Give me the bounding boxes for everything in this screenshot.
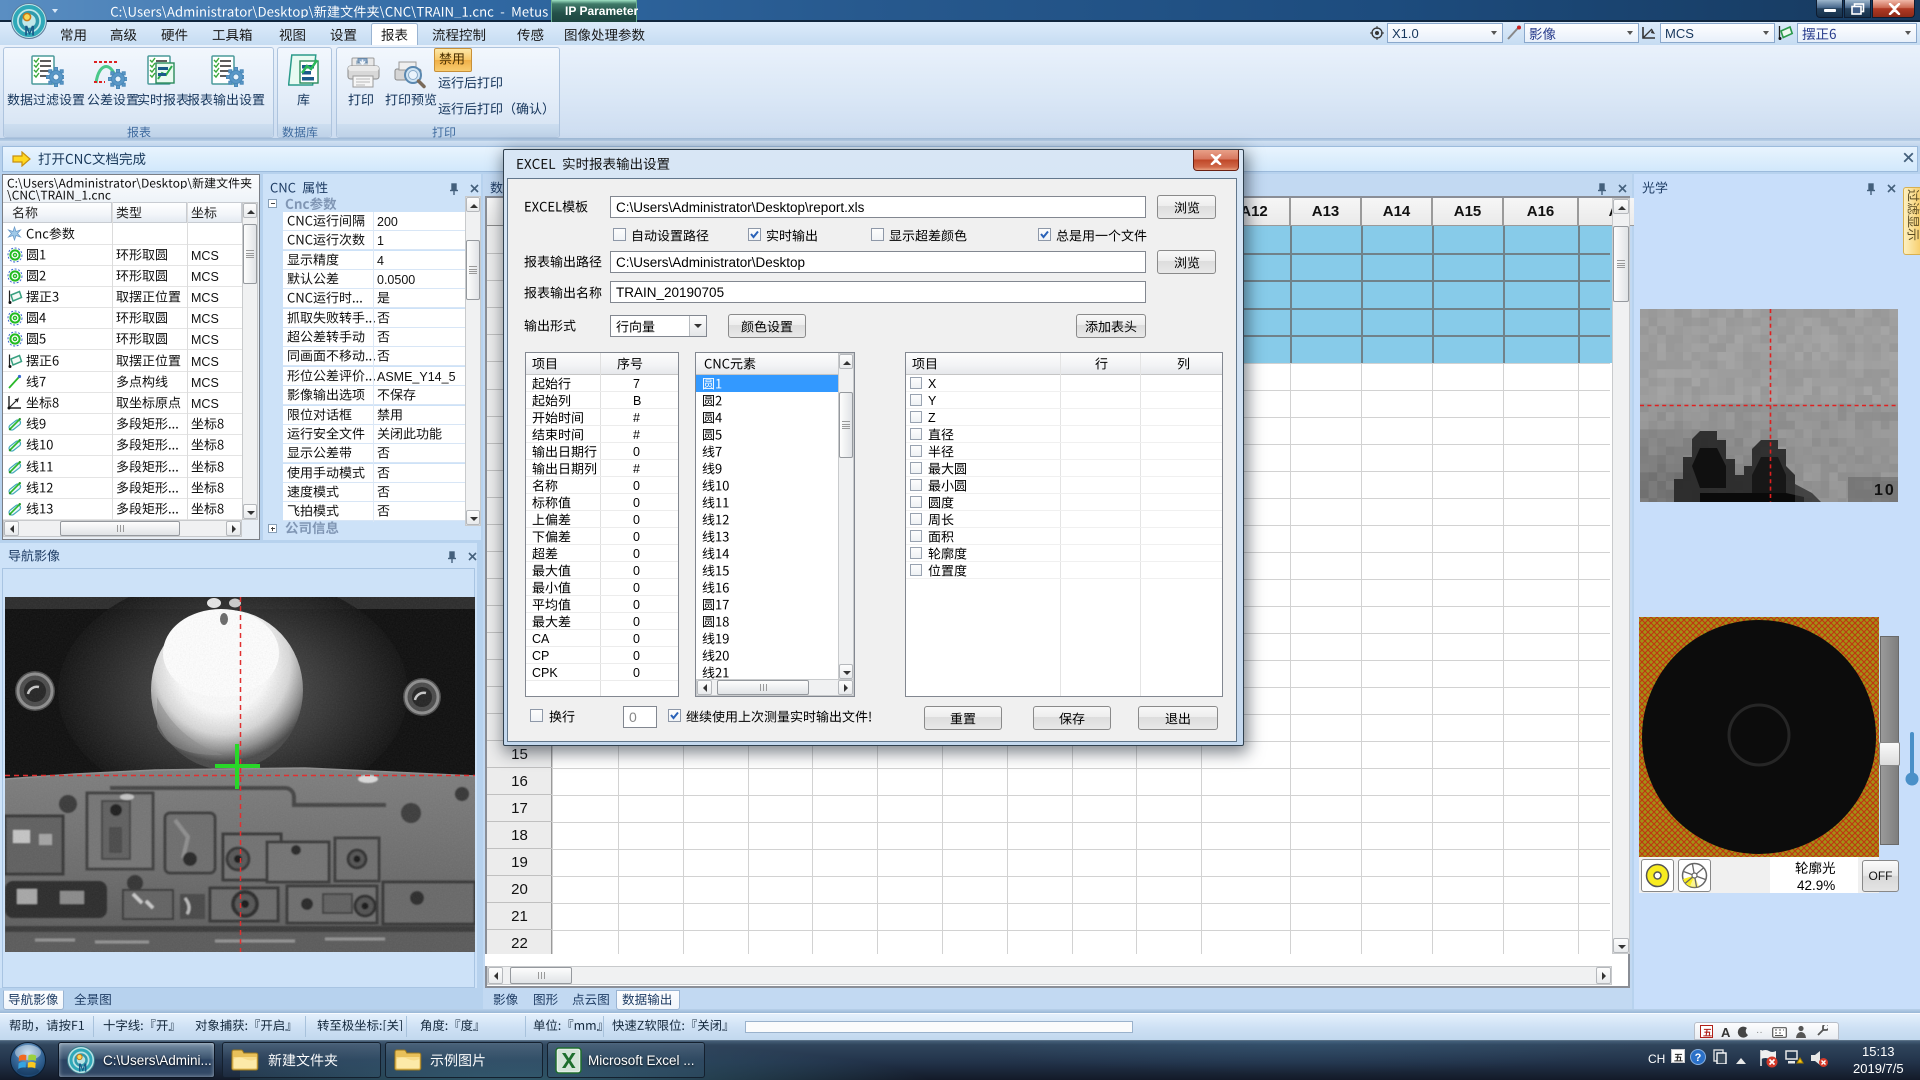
svg-text:?: ? xyxy=(1695,1052,1702,1064)
svg-text:10: 10 xyxy=(1874,482,1896,499)
